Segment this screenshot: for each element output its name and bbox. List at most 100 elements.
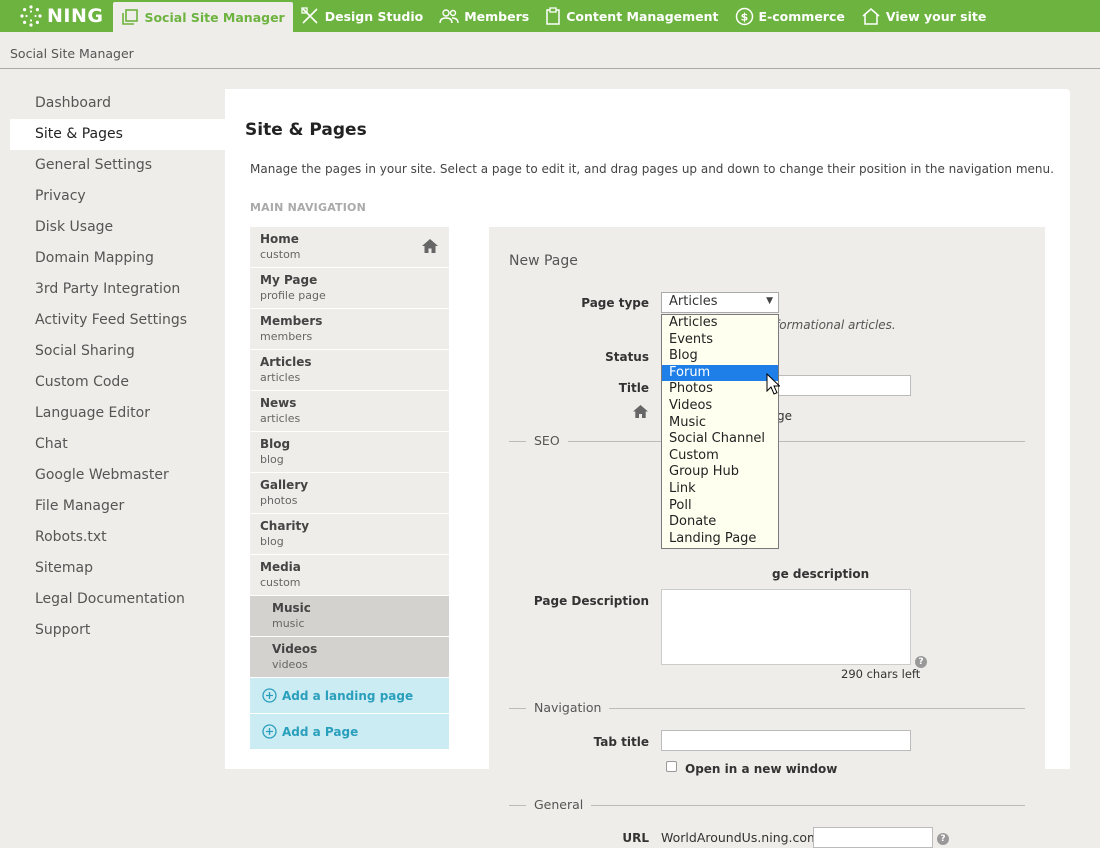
sidebar-item-language-editor[interactable]: Language Editor — [10, 398, 225, 429]
nav-ecommerce[interactable]: $ E-commerce — [727, 0, 853, 32]
seo-hint: ge description — [772, 567, 870, 581]
house-icon — [862, 8, 880, 25]
home-icon — [422, 239, 438, 253]
sidebar-item-support[interactable]: Support — [10, 615, 225, 646]
page-type: articles — [260, 371, 301, 384]
url-input[interactable] — [813, 827, 933, 848]
tab-title-label: Tab title — [593, 735, 649, 749]
page-list: Home custom My Page profile page Members… — [250, 227, 449, 750]
page-type: music — [272, 617, 305, 630]
sidebar-item-domain-mapping[interactable]: Domain Mapping — [10, 243, 225, 274]
page-row-charity[interactable]: Charity blog — [250, 514, 449, 555]
page-type: blog — [260, 535, 284, 548]
page-name: Media — [260, 560, 301, 574]
dropdown-option-videos[interactable]: Videos — [662, 398, 778, 415]
clipboard-icon — [546, 7, 560, 25]
page-row-gallery[interactable]: Gallery photos — [250, 473, 449, 514]
page-name: Members — [260, 314, 323, 328]
plus-circle-icon — [262, 688, 277, 703]
page-description-textarea[interactable] — [661, 589, 911, 665]
nav-label: E-commerce — [758, 8, 845, 24]
page-row-articles[interactable]: Articles articles — [250, 350, 449, 391]
help-icon[interactable]: ? — [915, 656, 927, 668]
sidebar-item-robots-txt[interactable]: Robots.txt — [10, 522, 225, 553]
page-type: members — [260, 330, 313, 343]
nav-members[interactable]: Members — [431, 0, 537, 32]
page-type-hint: formational articles. — [775, 318, 896, 332]
help-icon[interactable]: ? — [937, 833, 949, 845]
dropdown-option-forum[interactable]: Forum — [662, 364, 778, 382]
dollar-icon: $ — [735, 7, 753, 25]
page-type: articles — [260, 412, 301, 425]
nav-design-studio[interactable]: Design Studio — [293, 0, 431, 32]
sidebar-item-activity-feed-settings[interactable]: Activity Feed Settings — [10, 305, 225, 336]
sidebar-item-disk-usage[interactable]: Disk Usage — [10, 212, 225, 243]
navigation-section-label: Navigation — [526, 700, 610, 715]
status-label: Status — [605, 350, 649, 364]
sidebar-item-google-webmaster[interactable]: Google Webmaster — [10, 460, 225, 491]
top-nav-bar: NING Social Site Manager Design Studio M… — [0, 0, 1100, 32]
nav-social-site-manager[interactable]: Social Site Manager — [113, 2, 293, 32]
sidebar-item-general-settings[interactable]: General Settings — [10, 150, 225, 181]
page-type: profile page — [260, 289, 326, 302]
page-row-my-page[interactable]: My Page profile page — [250, 268, 449, 309]
page-row-media[interactable]: Media custom — [250, 555, 449, 596]
page-name: News — [260, 396, 297, 410]
dropdown-option-poll[interactable]: Poll — [662, 498, 778, 515]
sidebar-item-chat[interactable]: Chat — [10, 429, 225, 460]
dropdown-option-link[interactable]: Link — [662, 481, 778, 498]
sidebar-item-site-pages[interactable]: Site & Pages — [10, 119, 225, 150]
add-landing-page-button[interactable]: Add a landing page — [250, 678, 449, 714]
sidebar-item-privacy[interactable]: Privacy — [10, 181, 225, 212]
dropdown-option-articles[interactable]: Articles — [662, 315, 778, 332]
page-row-members[interactable]: Members members — [250, 309, 449, 350]
dropdown-option-landing-page[interactable]: Landing Page — [662, 531, 778, 548]
add-page-button[interactable]: Add a Page — [250, 714, 449, 750]
pages-icon — [122, 9, 139, 25]
open-new-window-label: Open in a new window — [685, 762, 838, 776]
dropdown-option-group-hub[interactable]: Group Hub — [662, 464, 778, 481]
url-label: URL — [622, 831, 649, 845]
page-row-videos[interactable]: Videos videos — [250, 637, 449, 678]
design-tools-icon — [301, 7, 318, 24]
page-title: Site & Pages — [245, 120, 367, 140]
nav-content-management[interactable]: Content Management — [537, 0, 726, 32]
nav-label: View your site — [885, 8, 987, 24]
sidebar-item-3rd-party-integration[interactable]: 3rd Party Integration — [10, 274, 225, 305]
dropdown-option-music[interactable]: Music — [662, 415, 778, 432]
page-type: blog — [260, 453, 284, 466]
sidebar-item-legal-documentation[interactable]: Legal Documentation — [10, 584, 225, 615]
main-navigation-label: MAIN NAVIGATION — [250, 201, 367, 214]
page-type: custom — [260, 576, 301, 589]
sidebar-item-sitemap[interactable]: Sitemap — [10, 553, 225, 584]
sidebar: Dashboard Site & Pages General Settings … — [10, 88, 225, 646]
nav-view-your-site[interactable]: View your site — [853, 0, 994, 32]
page-description-label: Page Description — [533, 594, 649, 608]
sidebar-item-dashboard[interactable]: Dashboard — [10, 88, 225, 119]
page-name: Music — [272, 601, 311, 615]
dropdown-option-donate[interactable]: Donate — [662, 514, 778, 531]
sidebar-item-file-manager[interactable]: File Manager — [10, 491, 225, 522]
page-description: Manage the pages in your site. Select a … — [250, 162, 1054, 176]
page-row-home[interactable]: Home custom — [250, 227, 449, 268]
general-section-label: General — [526, 797, 592, 812]
dropdown-option-custom[interactable]: Custom — [662, 448, 778, 465]
dropdown-option-photos[interactable]: Photos — [662, 381, 778, 398]
dropdown-option-blog[interactable]: Blog — [662, 348, 778, 365]
nav-label: Content Management — [566, 8, 719, 24]
tab-title-input[interactable] — [661, 730, 911, 751]
sidebar-item-social-sharing[interactable]: Social Sharing — [10, 336, 225, 367]
plus-circle-icon — [262, 724, 277, 739]
open-new-window-checkbox[interactable] — [666, 761, 677, 772]
sidebar-item-custom-code[interactable]: Custom Code — [10, 367, 225, 398]
dropdown-arrow-icon: ▼ — [766, 296, 773, 306]
page-row-blog[interactable]: Blog blog — [250, 432, 449, 473]
page-type: videos — [272, 658, 308, 671]
ning-logo[interactable]: NING — [0, 0, 113, 32]
dropdown-option-events[interactable]: Events — [662, 332, 778, 349]
page-type-select[interactable]: Articles ▼ — [661, 292, 779, 313]
nav-label: Social Site Manager — [144, 9, 285, 25]
page-row-news[interactable]: News articles — [250, 391, 449, 432]
page-row-music[interactable]: Music music — [250, 596, 449, 637]
dropdown-option-social-channel[interactable]: Social Channel — [662, 431, 778, 448]
